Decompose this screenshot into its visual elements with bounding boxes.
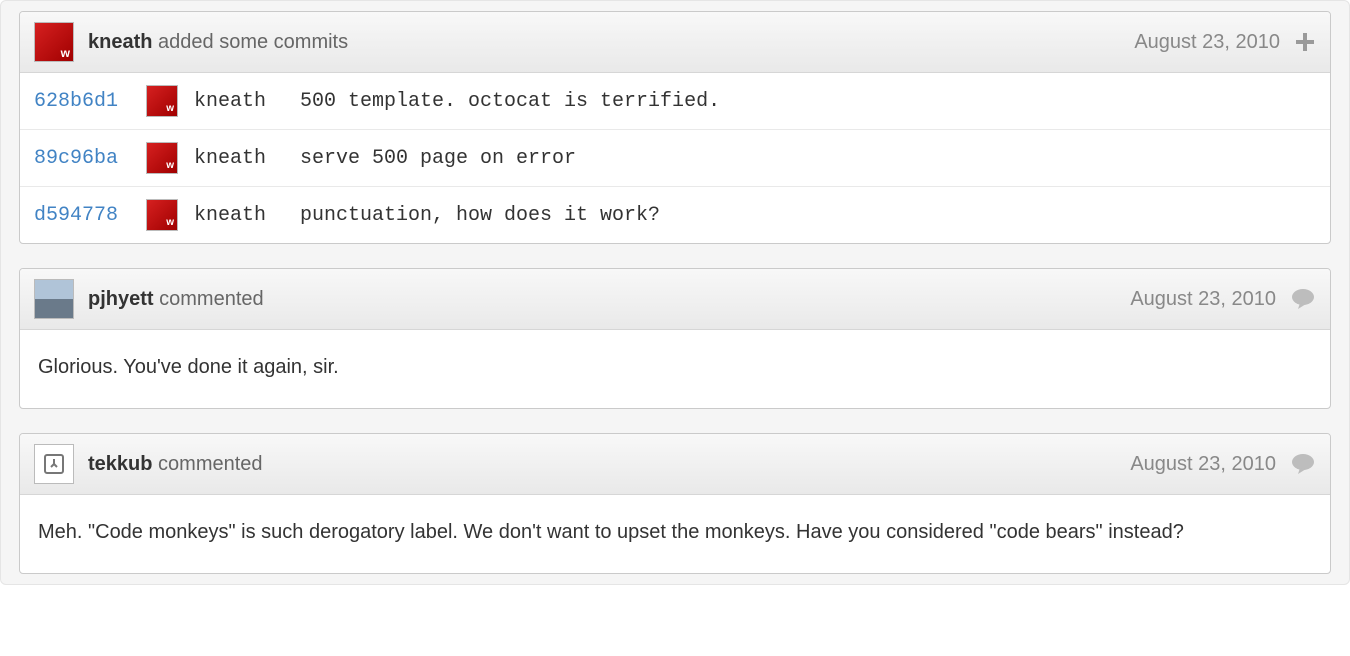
plus-icon[interactable] <box>1294 31 1316 53</box>
commit-message: 500 template. octocat is terrified. <box>300 90 720 113</box>
timestamp: August 23, 2010 <box>1130 453 1276 476</box>
comment-header: pjhyett commented August 23, 2010 <box>20 269 1330 330</box>
avatar[interactable] <box>34 279 74 319</box>
commit-author[interactable]: kneath <box>194 90 284 113</box>
commit-message: serve 500 page on error <box>300 147 576 170</box>
commit-sha-link[interactable]: d594778 <box>34 204 130 227</box>
commit-sha-link[interactable]: 628b6d1 <box>34 90 130 113</box>
speech-bubble-icon[interactable] <box>1290 453 1316 475</box>
action-text: added some commits <box>158 31 348 53</box>
avatar[interactable] <box>146 199 178 231</box>
commit-sha-link[interactable]: 89c96ba <box>34 147 130 170</box>
avatar[interactable] <box>34 444 74 484</box>
comment-body: Glorious. You've done it again, sir. <box>20 330 1330 408</box>
commit-author[interactable]: kneath <box>194 147 284 170</box>
author-name[interactable]: pjhyett <box>88 288 154 310</box>
avatar[interactable] <box>146 142 178 174</box>
speech-bubble-icon[interactable] <box>1290 288 1316 310</box>
timeline: kneath added some commits August 23, 201… <box>0 0 1350 585</box>
comment-card: tekkub commented August 23, 2010 Meh. "C… <box>19 433 1331 574</box>
author-name[interactable]: tekkub <box>88 453 152 475</box>
avatar[interactable] <box>34 22 74 62</box>
commit-author[interactable]: kneath <box>194 204 284 227</box>
commit-list: 628b6d1 kneath 500 template. octocat is … <box>20 73 1330 243</box>
commit-message: punctuation, how does it work? <box>300 204 660 227</box>
comment-body: Meh. "Code monkeys" is such derogatory l… <box>20 495 1330 573</box>
commit-row: d594778 kneath punctuation, how does it … <box>20 186 1330 243</box>
comment-header: tekkub commented August 23, 2010 <box>20 434 1330 495</box>
author-name[interactable]: kneath <box>88 31 152 53</box>
action-text: commented <box>159 288 264 310</box>
timestamp: August 23, 2010 <box>1134 31 1280 54</box>
commit-row: 89c96ba kneath serve 500 page on error <box>20 129 1330 186</box>
action-text: commented <box>158 453 263 475</box>
avatar[interactable] <box>146 85 178 117</box>
commit-row: 628b6d1 kneath 500 template. octocat is … <box>20 73 1330 129</box>
commits-header: kneath added some commits August 23, 201… <box>20 12 1330 73</box>
commits-card: kneath added some commits August 23, 201… <box>19 11 1331 244</box>
timestamp: August 23, 2010 <box>1130 288 1276 311</box>
comment-card: pjhyett commented August 23, 2010 Glorio… <box>19 268 1331 409</box>
